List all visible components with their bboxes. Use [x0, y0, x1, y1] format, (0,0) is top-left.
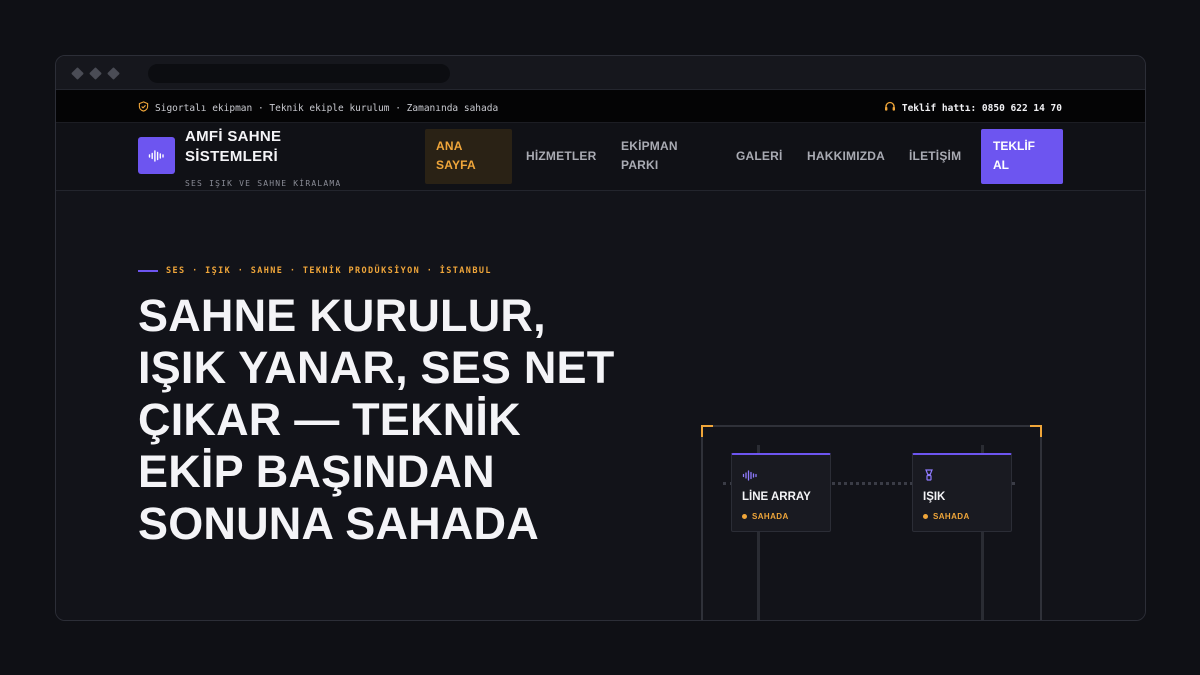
card-status: SAHADA	[742, 512, 789, 521]
brand-name[interactable]: AMFİ SAHNE SİSTEMLERİ	[185, 127, 325, 167]
status-dot	[923, 514, 928, 519]
nav-item-ekipman-parki[interactable]: EKİPMAN PARKI	[621, 137, 706, 175]
hotline-text: Teklif hattı: 0850 622 14 70	[901, 102, 1062, 114]
hero-eyebrow: SES · IŞIK · SAHNE · TEKNİK PRODÜKSİYON …	[138, 266, 492, 276]
headset-icon	[884, 101, 896, 115]
announcement-bar: Sigortalı ekipman · Teknik ekiple kurulu…	[56, 90, 1145, 123]
stage-light-icon	[923, 468, 935, 486]
card-label: IŞIK	[923, 491, 946, 503]
hotline[interactable]: Teklif hattı: 0850 622 14 70	[884, 101, 1062, 115]
stage-frame-left	[701, 425, 703, 620]
main-navigation: AMFİ SAHNE SİSTEMLERİ SES IŞIK VE SAHNE …	[56, 123, 1145, 191]
equipment-card-line-array[interactable]: LİNE ARRAY SAHADA	[731, 453, 831, 532]
features-strip: Sigortalı ekipman · Teknik ekiple kurulu…	[138, 101, 498, 115]
card-label: LİNE ARRAY	[742, 491, 811, 503]
logo[interactable]	[138, 137, 175, 174]
status-text: SAHADA	[752, 512, 789, 521]
card-status: SAHADA	[923, 512, 970, 521]
stage-frame-right	[1040, 425, 1042, 620]
hero-headline: SAHNE KURULUR, IŞIK YANAR, SES NET ÇIKAR…	[138, 290, 615, 549]
features-text: Sigortalı ekipman · Teknik ekiple kurulu…	[155, 102, 499, 114]
nav-item-iletisim[interactable]: İLETİŞİM	[909, 147, 961, 166]
corner-bracket	[701, 425, 713, 437]
window-control-dot[interactable]	[71, 67, 84, 80]
browser-titlebar	[56, 56, 1145, 90]
address-bar[interactable]	[148, 64, 450, 83]
status-dot	[742, 514, 747, 519]
window-control-dot[interactable]	[107, 67, 120, 80]
stage-frame-top	[701, 425, 1042, 427]
waveform-icon	[742, 468, 758, 486]
eyebrow-text: SES · IŞIK · SAHNE · TEKNİK PRODÜKSİYON …	[166, 266, 492, 276]
waveform-icon	[148, 149, 164, 162]
request-quote-button[interactable]: TEKLİF AL	[981, 129, 1063, 184]
shield-icon	[138, 101, 149, 115]
corner-bracket	[1030, 425, 1042, 437]
equipment-card-isik[interactable]: IŞIK SAHADA	[912, 453, 1012, 532]
eyebrow-line	[138, 270, 158, 272]
brand-tagline: SES IŞIK VE SAHNE KİRALAMA	[185, 179, 342, 188]
hero-section: SES · IŞIK · SAHNE · TEKNİK PRODÜKSİYON …	[56, 191, 1145, 620]
status-text: SAHADA	[933, 512, 970, 521]
nav-item-galeri[interactable]: GALERİ	[736, 147, 783, 166]
nav-item-hizmetler[interactable]: HİZMETLER	[526, 147, 596, 166]
nav-item-ana-sayfa[interactable]: ANA SAYFA	[425, 129, 512, 184]
browser-window: Sigortalı ekipman · Teknik ekiple kurulu…	[55, 55, 1146, 621]
stage-illustration: LİNE ARRAY SAHADA IŞIK SAHADA	[701, 425, 1042, 620]
window-control-dot[interactable]	[89, 67, 102, 80]
nav-item-hakkimizda[interactable]: HAKKIMIZDA	[807, 147, 885, 166]
